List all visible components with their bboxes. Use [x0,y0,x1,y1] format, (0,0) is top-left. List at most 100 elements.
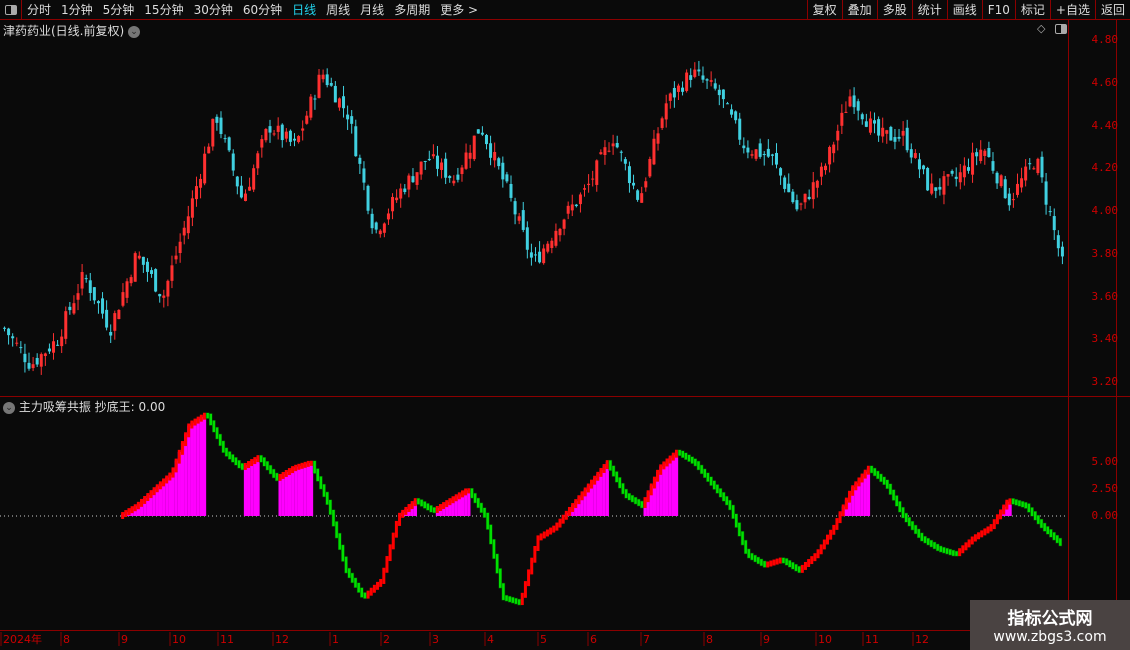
candle [844,111,848,113]
candle [640,193,644,203]
indicator-mark [356,582,361,593]
indicator-mark [281,471,285,479]
candle [717,89,721,96]
indicator-title[interactable]: ⌄ 主力吸筹共振 抄底王: 0.00 [3,398,165,415]
indicator-mark [331,509,336,527]
candle [942,176,946,195]
candle [676,85,680,92]
indicator-mark [901,506,905,519]
indicator-mark [851,485,855,496]
candle [215,116,219,123]
indicator-mark [549,527,553,535]
indicator-mark [977,532,981,540]
candle [272,133,276,135]
indicator-mark [951,549,956,557]
candle [954,176,958,179]
time-tick: 3 [432,633,439,646]
candle [1003,179,1007,199]
indicator-mark [212,420,216,433]
candle [76,293,80,300]
candle [178,241,182,254]
indicator-bar [202,414,207,516]
candle [415,172,419,185]
indicator-mark [904,512,908,523]
indicator-mark [253,457,257,465]
indicator-mark [816,549,820,559]
time-tick: 8 [706,633,713,646]
indicator-mark [215,426,219,440]
indicator-mark [464,488,468,496]
chevron-down-icon[interactable]: ⌄ [3,401,15,414]
candle [517,216,521,221]
indicator-mark [942,546,946,554]
price-chart[interactable]: 2024年891011121234567891011121 [0,0,1130,650]
candle [248,186,252,191]
indicator-mark [501,582,506,601]
indicator-mark [854,481,858,491]
candle [513,201,517,215]
candle [464,152,468,169]
indicator-mark [1011,498,1015,505]
candle [656,133,660,144]
time-tick: 1 [332,633,339,646]
indicator-mark [1020,501,1025,508]
indicator-mark [492,538,496,560]
candle [660,118,664,128]
indicator-mark [394,520,398,538]
indicator-mark [807,559,811,567]
indicator-mark [992,519,996,530]
indicator-mark [913,524,918,535]
indicator-mark [633,496,638,505]
candle [293,138,297,141]
candle [836,130,840,141]
candle [101,298,105,314]
indicator-mark [1033,511,1037,521]
indicator-mark [429,505,433,513]
candle [297,136,301,143]
candle [1048,211,1052,213]
candle [538,251,542,263]
candle [497,158,501,167]
candle [999,175,1003,187]
indicator-mark [467,488,471,494]
candle [979,149,983,162]
indicator-mark [728,499,732,511]
indicator-mark [146,493,150,501]
indicator-mark [385,556,389,573]
candle [186,216,190,234]
candle [1052,216,1056,231]
candle [60,336,64,347]
candle [325,74,329,86]
candle [411,176,415,183]
indicator-mark [699,464,704,475]
candle [983,150,987,157]
indicator-mark [372,584,376,593]
indicator-mark [917,528,921,539]
candle [807,196,811,200]
indicator-mark [687,454,691,462]
indicator-mark [350,572,355,584]
candle [709,80,713,82]
candle [137,255,141,259]
candle [145,261,149,272]
indicator-mark [718,488,723,498]
indicator-mark [1036,514,1041,525]
indicator-mark [507,595,512,603]
candle [738,118,742,140]
indicator-mark [174,458,178,473]
indicator-mark [218,433,222,447]
indicator-mark [227,451,232,460]
candle [619,151,623,153]
candle [52,341,56,353]
indicator-mark [618,477,622,489]
candle [926,168,930,191]
indicator-mark [725,495,729,506]
indicator-mark [240,462,244,471]
indicator-mark [190,420,194,429]
indicator-mark [970,536,974,545]
candle [578,194,582,205]
candle [991,161,995,171]
candle [877,119,881,136]
indicator-bar [250,461,254,516]
indicator-mark [778,557,782,564]
